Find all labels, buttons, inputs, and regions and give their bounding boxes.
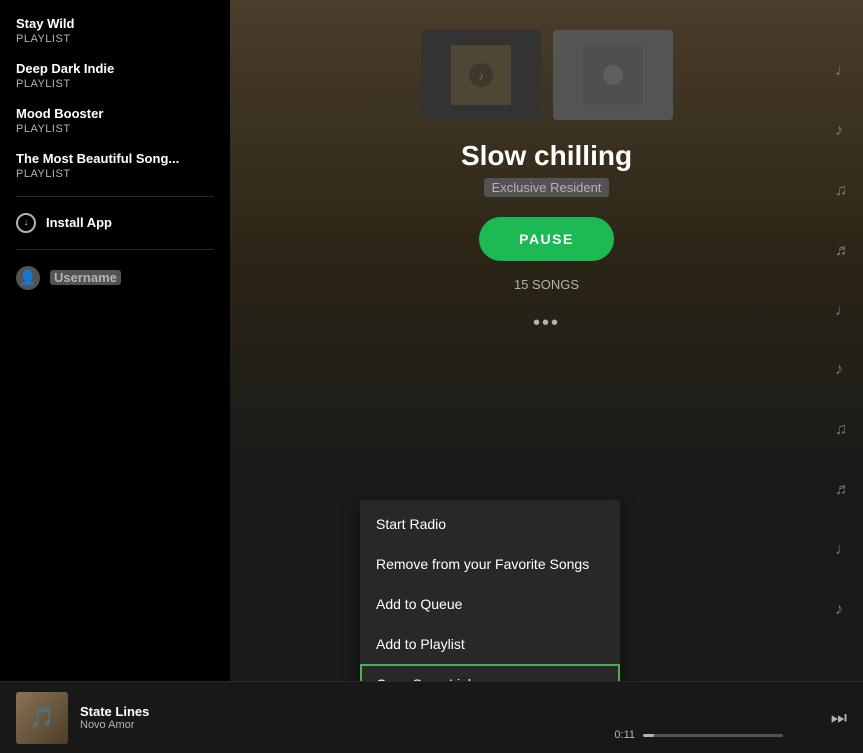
- elapsed-time: 0:11: [614, 729, 635, 741]
- album-thumb-2: [553, 30, 673, 120]
- sidebar-item-mood-booster[interactable]: Mood Booster PLAYLIST: [0, 98, 230, 143]
- music-note-4: ♬: [835, 242, 851, 260]
- now-playing-thumb-art: 🎵: [16, 692, 68, 744]
- sidebar-divider: [16, 196, 214, 197]
- main-content: ♪ Slow chilling Exclusive Resident PAUSE…: [230, 0, 863, 681]
- progress-bar-fill: [643, 734, 654, 737]
- music-note-10: ♪: [835, 601, 851, 619]
- music-notes: ♩ ♪ ♫ ♬ ♩ ♪ ♫ ♬ ♩ ♪: [835, 0, 851, 681]
- context-menu: Start Radio Remove from your Favorite So…: [360, 500, 620, 681]
- album-thumb-1: ♪: [421, 30, 541, 120]
- music-note-9: ♩: [835, 541, 851, 559]
- context-menu-add-playlist[interactable]: Add to Playlist: [360, 624, 620, 664]
- music-note-7: ♫: [835, 421, 851, 439]
- song-count: 15 SONGS: [514, 277, 579, 292]
- progress-bar[interactable]: [643, 734, 783, 737]
- music-note-5: ♩: [835, 302, 851, 320]
- music-note-8: ♬: [835, 481, 851, 499]
- sidebar: Stay Wild PLAYLIST Deep Dark Indie PLAYL…: [0, 0, 230, 681]
- progress-area: 0:11: [614, 729, 783, 741]
- context-menu-add-queue[interactable]: Add to Queue: [360, 584, 620, 624]
- user-avatar: 👤: [16, 266, 40, 290]
- playlist-title: Slow chilling: [461, 140, 632, 172]
- music-note-3: ♫: [835, 182, 851, 200]
- music-note-2: ♪: [835, 122, 851, 140]
- more-options-button[interactable]: •••: [533, 312, 560, 335]
- music-note-6: ♪: [835, 361, 851, 379]
- sidebar-divider-2: [16, 249, 214, 250]
- sidebar-item-deep-dark-indie[interactable]: Deep Dark Indie PLAYLIST: [0, 53, 230, 98]
- user-profile[interactable]: 👤 Username: [0, 258, 230, 298]
- sidebar-item-most-beautiful[interactable]: The Most Beautiful Song... PLAYLIST: [0, 143, 230, 188]
- skip-button[interactable]: ⏭: [831, 707, 847, 728]
- music-note-1: ♩: [835, 62, 851, 80]
- sidebar-item-stay-wild[interactable]: Stay Wild PLAYLIST: [0, 8, 230, 53]
- context-menu-remove-favorite[interactable]: Remove from your Favorite Songs: [360, 544, 620, 584]
- now-playing-bar: 🎵 State Lines Novo Amor 0:11 ⏭: [0, 681, 863, 753]
- pause-button[interactable]: PAUSE: [479, 217, 614, 261]
- install-icon: [16, 213, 36, 233]
- album-art-row: ♪: [421, 30, 673, 120]
- svg-text:♪: ♪: [478, 69, 484, 83]
- now-playing-artist: Novo Amor: [80, 719, 149, 731]
- app-container: Stay Wild PLAYLIST Deep Dark Indie PLAYL…: [0, 0, 863, 681]
- context-menu-start-radio[interactable]: Start Radio: [360, 504, 620, 544]
- context-menu-copy-link[interactable]: Copy Song Link: [360, 664, 620, 681]
- now-playing-title: State Lines: [80, 704, 149, 719]
- playlist-subtitle: Exclusive Resident: [484, 178, 610, 197]
- now-playing-info: State Lines Novo Amor: [80, 704, 149, 731]
- now-playing-thumb: 🎵: [16, 692, 68, 744]
- install-app-button[interactable]: Install App: [0, 205, 230, 241]
